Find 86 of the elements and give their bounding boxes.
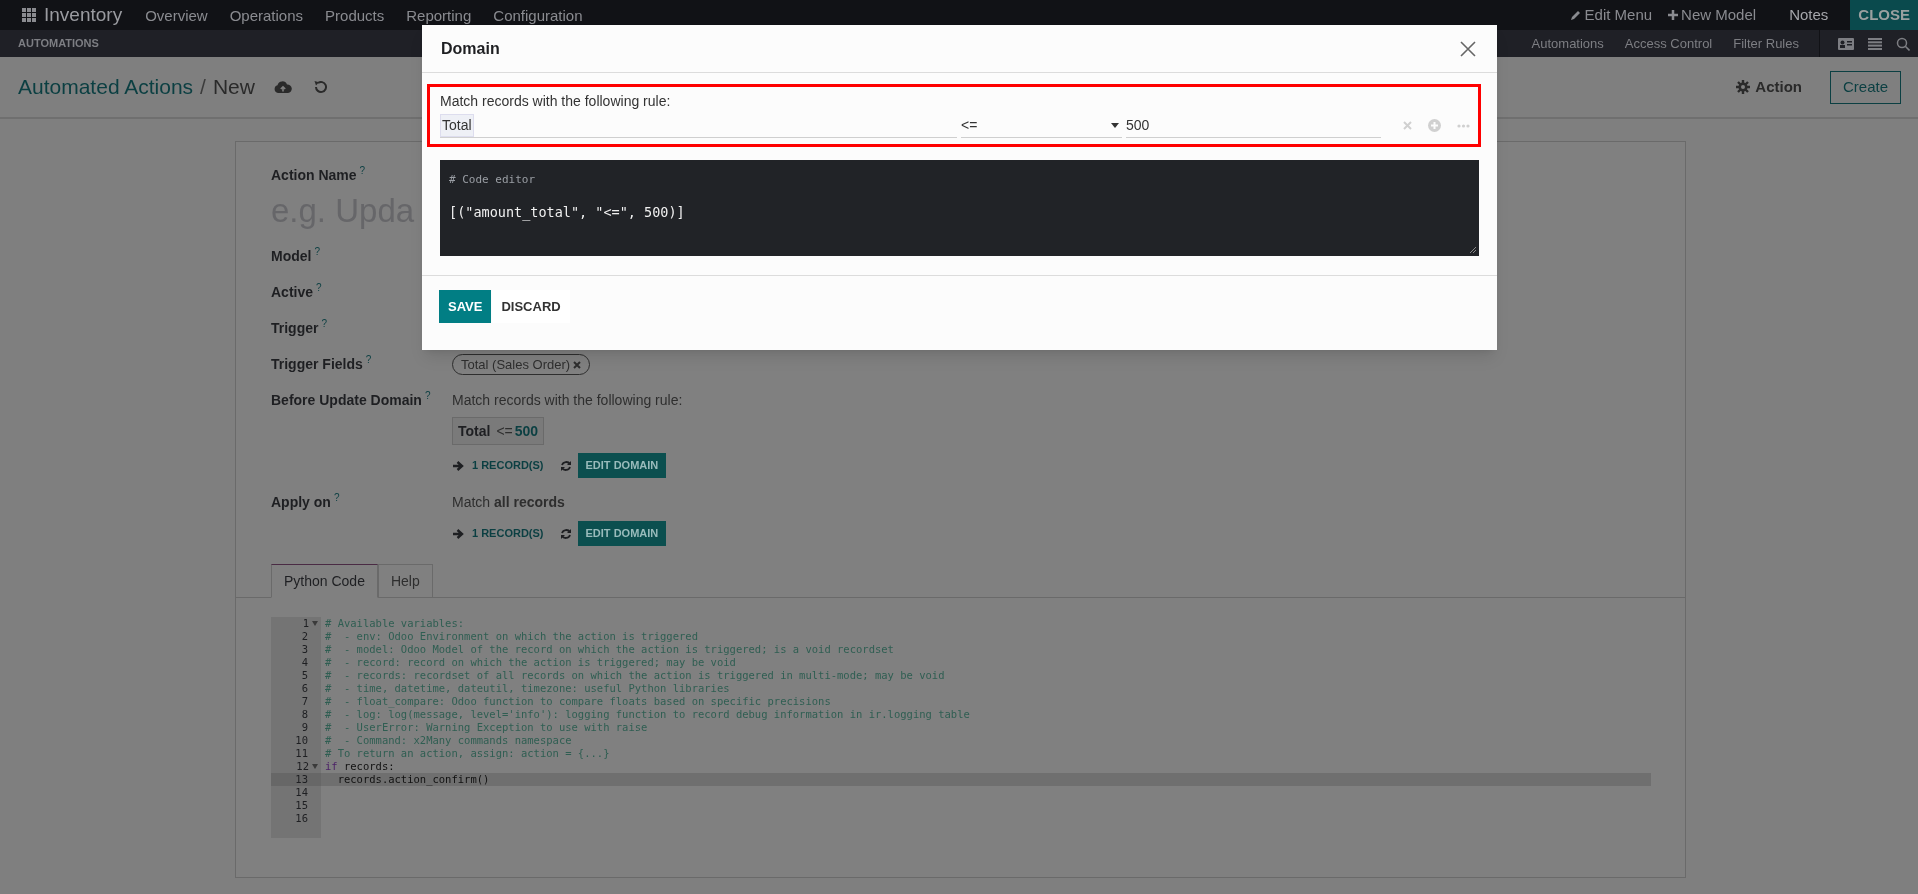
pencil-icon	[1569, 9, 1582, 21]
breadcrumb-separator: /	[200, 74, 206, 101]
tab[interactable]: Help	[377, 564, 433, 598]
field-label: Active	[271, 283, 314, 301]
help-tooltip-mark[interactable]: ?	[365, 355, 372, 365]
code-text: # - record: record on which the action is triggered; may be void	[324, 656, 736, 669]
menu-item[interactable]: Configuration	[493, 8, 583, 24]
search-icon[interactable]	[1896, 36, 1910, 51]
modal-title: Domain	[441, 38, 500, 59]
menu-item[interactable]: Filter Rules	[1733, 33, 1799, 54]
code-text: # - UserError: Warning Exception to use with raise	[324, 721, 648, 734]
operator-select[interactable]: <=	[961, 113, 1122, 138]
close-icon[interactable]	[1460, 40, 1476, 57]
arrow-right-icon	[452, 527, 464, 540]
edit-domain-button[interactable]: EDIT DOMAIN	[577, 453, 667, 478]
code-text: records.action_confirm()	[336, 773, 490, 786]
help-tooltip-mark[interactable]: ?	[333, 493, 340, 503]
menu-item[interactable]: Products	[325, 8, 385, 24]
menu-item[interactable]: Overview	[145, 8, 208, 24]
save-button[interactable]: SAVE	[439, 290, 492, 323]
rule-field: Total	[458, 420, 491, 442]
edit-domain-button[interactable]: EDIT DOMAIN	[577, 521, 667, 546]
field-label: Apply on	[271, 493, 331, 511]
code-text: [("amount_total", "<=", 500)]	[449, 202, 685, 222]
breadcrumb-current: New	[212, 74, 255, 101]
rule-intro-text: Match records with the following rule:	[440, 93, 671, 109]
apps-menu-icon[interactable]	[22, 8, 36, 22]
code-comment: # Code editor	[449, 172, 536, 188]
breadcrumb-link[interactable]: Automated Actions	[18, 71, 194, 103]
code-text: # - Command: x2Many commands namespace	[324, 734, 572, 747]
rule-operator: <=	[496, 421, 513, 441]
help-tooltip-mark[interactable]: ?	[316, 283, 322, 293]
contact-card-icon[interactable]	[1838, 37, 1854, 50]
section-title: AUTOMATIONS	[18, 36, 99, 52]
field-label: Before Update Domain	[271, 391, 422, 409]
notes-link[interactable]: Notes	[1789, 3, 1829, 27]
refresh-icon[interactable]	[559, 459, 572, 472]
code-text: # - env: Odoo Environment on which the action is triggered	[324, 630, 698, 643]
records-count-link[interactable]: 1 RECORD(S)	[472, 457, 544, 474]
domain-summary: Match all records	[452, 493, 566, 512]
plus-icon	[1668, 10, 1679, 20]
code-text: # Available variables:	[324, 617, 465, 630]
field-label: Trigger	[271, 319, 319, 337]
field-label: Model	[271, 247, 312, 265]
refresh-icon[interactable]	[559, 527, 572, 540]
operator-value: <=	[961, 115, 978, 135]
gear-icon	[1736, 80, 1751, 94]
remove-tag-icon[interactable]	[573, 360, 582, 369]
records-count-link[interactable]: 1 RECORD(S)	[472, 525, 544, 542]
selected-field-chip: Total	[440, 113, 474, 137]
arrow-right-icon	[452, 459, 464, 472]
field-label: Trigger Fields	[271, 355, 363, 373]
menu-item[interactable]: Operations	[229, 8, 304, 24]
help-tooltip-mark[interactable]: ?	[424, 391, 431, 401]
code-text: # - float_compare: Odoo function to compare floats based on specific precisions	[324, 695, 831, 708]
app-name[interactable]: Inventory	[44, 0, 123, 30]
menu-item[interactable]: Access Control	[1624, 33, 1713, 54]
create-button[interactable]: Create	[1829, 70, 1901, 104]
rule-value: 500	[514, 421, 539, 441]
close-button[interactable]: CLOSE	[1850, 0, 1918, 30]
code-text: # - records: recordset of all records on which the action is triggered in multi-mode; may be void	[324, 669, 945, 682]
help-tooltip-mark[interactable]: ?	[321, 319, 328, 329]
code-text: # - model: Odoo Model of the record on which the action is triggered; is a void recordset	[324, 643, 894, 656]
field-label: Action Name	[271, 166, 357, 184]
menu-item[interactable]: Automations	[1531, 33, 1604, 54]
cloud-upload-icon[interactable]	[273, 80, 292, 94]
menu-item[interactable]: Reporting	[406, 8, 472, 24]
code-text: # To return an action, assign: action = {...}	[324, 747, 610, 760]
field-path-input[interactable]: Total	[440, 113, 957, 138]
value-input[interactable]: 500	[1126, 113, 1381, 138]
code-text: # - log: log(message, level='info'): logging function to record debug information in ir.logging table	[324, 708, 970, 721]
line-number: 13	[271, 773, 321, 786]
action-button[interactable]: Action	[1736, 75, 1802, 99]
new-model-link[interactable]: New Model	[1668, 3, 1757, 27]
undo-icon[interactable]	[312, 80, 327, 94]
dropdown-caret-icon	[1111, 122, 1119, 128]
edit-menu-link[interactable]: Edit Menu	[1569, 3, 1653, 27]
domain-code-editor[interactable]: # Code editor [("amount_total", "<=", 500)]	[440, 160, 1479, 256]
resize-handle-icon[interactable]	[1469, 246, 1476, 253]
help-tooltip-mark[interactable]: ?	[314, 247, 320, 257]
domain-summary: Match records with the following rule:	[452, 391, 683, 410]
list-view-icon[interactable]	[1868, 37, 1882, 50]
code-text: if records:	[324, 760, 395, 773]
help-tooltip-mark[interactable]: ?	[359, 166, 366, 176]
code-text: # - time, datetime, dateutil, timezone: useful Python libraries	[324, 682, 730, 695]
tab[interactable]: Python Code	[271, 564, 378, 598]
